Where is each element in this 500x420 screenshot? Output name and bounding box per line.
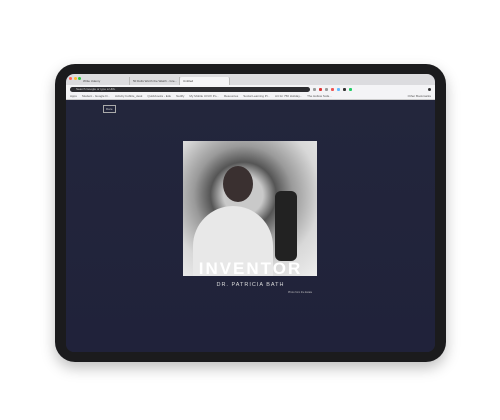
close-icon[interactable] [69,77,72,80]
extension-icon[interactable] [319,87,322,91]
address-bar[interactable]: Search Google or type a URL [70,86,310,92]
microscope [275,191,297,261]
toolbar: Search Google or type a URL [66,85,435,93]
bookmark[interactable]: Art for 750 Holiday... [275,94,302,98]
bookmark[interactable]: Netlify [176,94,184,98]
tab-active[interactable]: Untitled [180,77,230,85]
web-page: Dare INVENTOR DR. PATRICIA BATH Photo fr… [66,101,435,352]
extension-icon[interactable] [331,87,334,91]
extension-icon[interactable] [343,87,346,91]
extension-icon[interactable] [349,87,352,91]
photo-credit: Photo from the Estate [288,291,313,294]
screen: Write Udemy 50 Dolls Worth the Watch - G… [66,74,435,352]
portrait-photo [183,141,317,276]
bookmark[interactable]: Social Learning Pl... [243,94,270,98]
maximize-icon[interactable] [78,77,81,80]
site-logo[interactable]: Dare [103,105,116,113]
tab-bar: Write Udemy 50 Dolls Worth the Watch - G… [66,74,435,85]
bookmark[interactable]: Apps [70,94,77,98]
extension-icon[interactable] [337,87,340,91]
bookmark[interactable]: My Mobile UI/UX Po... [189,94,219,98]
window-controls[interactable] [69,77,81,80]
bookmark[interactable]: Quickbooks - Edu [147,94,171,98]
tablet-frame: Write Udemy 50 Dolls Worth the Watch - G… [55,64,446,362]
bookmark[interactable]: The Hollow Sofa... [307,94,332,98]
bookmark[interactable]: Resources [224,94,238,98]
extension-icon[interactable] [325,87,328,91]
bookmark[interactable]: Student - Google D... [82,94,110,98]
subtitle: DR. PATRICIA BATH [216,282,285,288]
extension-icon[interactable] [313,87,316,91]
bookmark[interactable]: Other Bookmarks [408,94,431,98]
bookmark[interactable]: Activity bubble_desk [115,94,142,98]
tab[interactable]: Write Udemy [80,77,130,85]
tab[interactable]: 50 Dolls Worth the Watch - Gre... [130,77,180,85]
bookmarks-bar: Apps Student - Google D... Activity bubb… [66,93,435,100]
headline: INVENTOR [198,259,303,278]
minimize-icon[interactable] [73,77,77,80]
profile-icon[interactable] [428,87,431,91]
